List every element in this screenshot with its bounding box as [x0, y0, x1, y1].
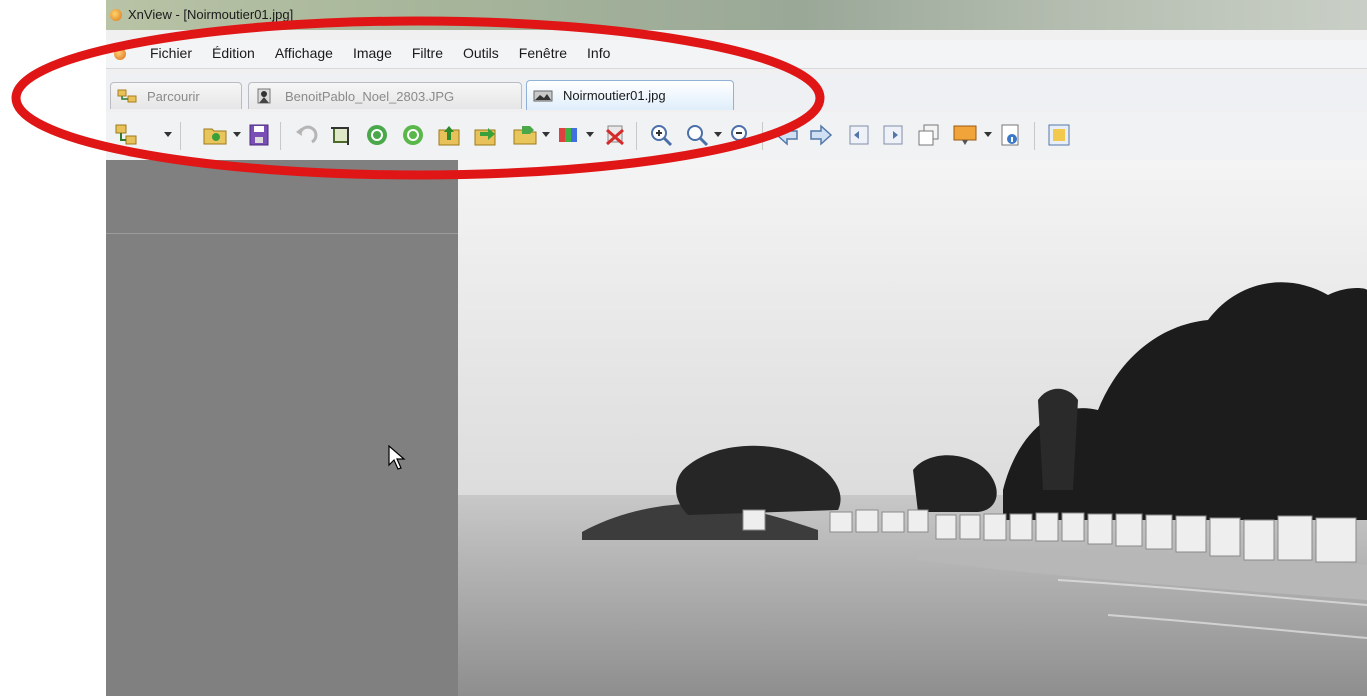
last-page-icon[interactable]	[880, 122, 906, 148]
tab-bar: Parcourir BenoitPablo_Noel_2803.JPG Noir…	[106, 74, 1367, 110]
chevron-down-icon[interactable]	[984, 132, 992, 137]
image-thumbnail-icon	[257, 88, 271, 104]
menu-affichage[interactable]: Affichage	[275, 45, 333, 61]
fullscreen-icon[interactable]	[1046, 122, 1072, 148]
undo-icon[interactable]	[292, 122, 318, 148]
side-panel	[106, 160, 458, 696]
app-menu-icon[interactable]	[114, 48, 126, 60]
chevron-down-icon[interactable]	[233, 132, 241, 137]
tab-label: BenoitPablo_Noel_2803.JPG	[285, 88, 455, 104]
menu-bar: Fichier Édition Affichage Image Filtre O…	[106, 40, 1367, 69]
delete-icon[interactable]	[602, 122, 628, 148]
panel-divider	[106, 233, 458, 234]
toolbar-separator	[280, 122, 281, 150]
folder-tree-icon	[117, 89, 137, 103]
info-icon[interactable]	[998, 122, 1024, 148]
slideshow-icon[interactable]	[952, 122, 978, 148]
previous-icon[interactable]	[774, 122, 800, 148]
toolbar-separator	[1034, 122, 1035, 150]
title-bar: XnView - [Noirmoutier01.jpg]	[106, 0, 1367, 30]
menu-info[interactable]: Info	[587, 45, 610, 61]
window-title: XnView - [Noirmoutier01.jpg]	[128, 7, 294, 22]
tab-benoitpablo[interactable]: BenoitPablo_Noel_2803.JPG	[248, 82, 522, 109]
chevron-down-icon[interactable]	[714, 132, 722, 137]
chevron-down-icon[interactable]	[164, 132, 172, 137]
menu-image[interactable]: Image	[353, 45, 392, 61]
tab-noirmoutier[interactable]: Noirmoutier01.jpg	[526, 80, 734, 110]
zoom-actual-icon[interactable]	[684, 122, 710, 148]
toolbar-separator	[762, 122, 763, 150]
rotate-left-icon[interactable]	[364, 122, 390, 148]
main-toolbar	[106, 112, 1367, 161]
toolbar-separator	[180, 122, 181, 150]
xnview-app-icon	[110, 9, 122, 21]
move-icon[interactable]	[512, 122, 538, 148]
tab-label: Parcourir	[147, 88, 200, 104]
save-icon[interactable]	[246, 122, 272, 148]
menu-fenetre[interactable]: Fenêtre	[519, 45, 567, 61]
chevron-down-icon[interactable]	[586, 132, 594, 137]
tab-parcourir[interactable]: Parcourir	[110, 82, 242, 109]
export-icon[interactable]	[436, 122, 462, 148]
first-page-icon[interactable]	[846, 122, 872, 148]
image-thumbnail-icon	[533, 90, 553, 101]
convert-icon[interactable]	[472, 122, 498, 148]
zoom-out-icon[interactable]	[728, 122, 754, 148]
open-folder-icon[interactable]	[202, 122, 228, 148]
zoom-in-icon[interactable]	[648, 122, 674, 148]
menu-filtre[interactable]: Filtre	[412, 45, 443, 61]
rotate-right-icon[interactable]	[400, 122, 426, 148]
xnview-window: XnView - [Noirmoutier01.jpg] Fichier Édi…	[106, 0, 1367, 696]
toolbar-separator	[636, 122, 637, 150]
menu-outils[interactable]: Outils	[463, 45, 499, 61]
mouse-cursor-icon	[388, 445, 406, 470]
crop-icon[interactable]	[328, 122, 354, 148]
image-viewer[interactable]	[458, 160, 1367, 696]
chevron-down-icon[interactable]	[542, 132, 550, 137]
copy-icon[interactable]	[916, 122, 942, 148]
browser-icon[interactable]	[114, 122, 140, 148]
menu-edition[interactable]: Édition	[212, 45, 255, 61]
color-icon[interactable]	[556, 122, 582, 148]
menu-fichier[interactable]: Fichier	[150, 45, 192, 61]
next-icon[interactable]	[808, 122, 834, 148]
tab-label: Noirmoutier01.jpg	[563, 88, 666, 103]
